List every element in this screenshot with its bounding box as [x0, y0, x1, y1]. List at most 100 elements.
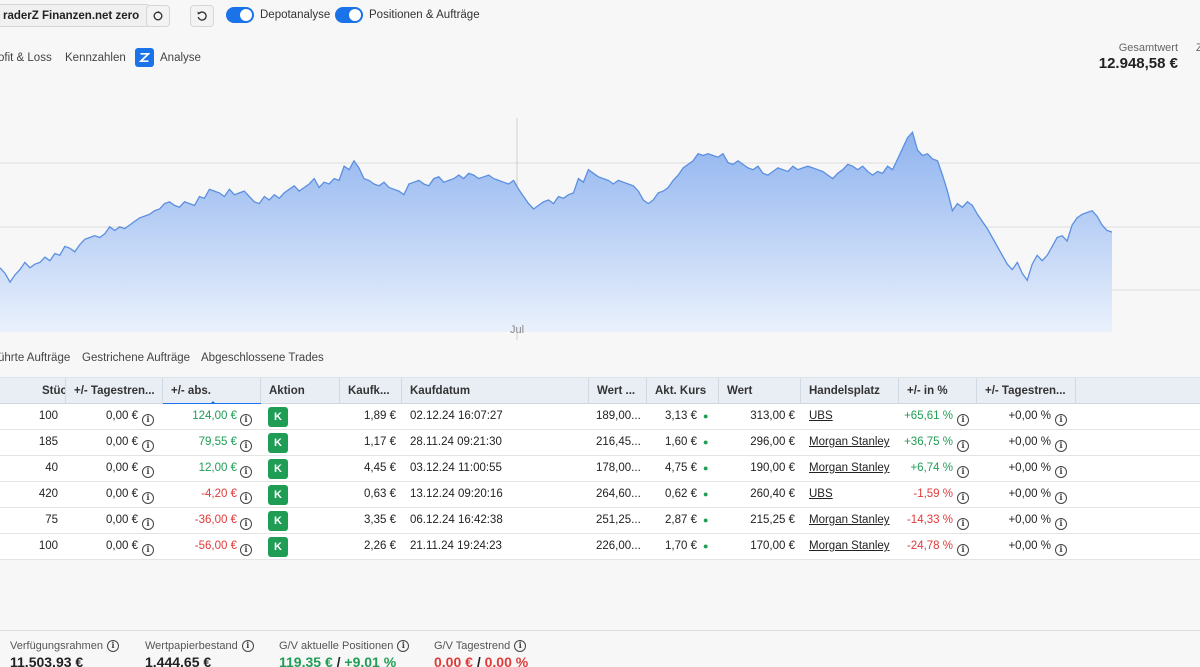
info-icon[interactable]: i [238, 411, 252, 426]
info-icon[interactable]: i [241, 640, 254, 652]
table-row[interactable]: 420 0,00 € i -4,20 € i K 0,63 €13.12.24 09:20:… [0, 482, 1200, 508]
info-icon[interactable]: i [140, 489, 154, 504]
col-handelsplatz[interactable]: Handelsplatz [801, 378, 899, 404]
broker-select-button[interactable]: raderZ Finanzen.net zero [0, 4, 151, 27]
broker-label: raderZ Finanzen.net zero [3, 9, 140, 22]
col-stueck[interactable]: Stück... [0, 378, 66, 404]
cell-kaufdatum: 21.11.24 19:24:23 [410, 540, 502, 552]
cell-kaufdatum: 03.12.24 11:00:55 [410, 462, 502, 474]
info-icon[interactable]: i [140, 515, 154, 530]
col-aktion[interactable]: Aktion [261, 378, 340, 404]
aktion-kauf-badge[interactable]: K [268, 407, 288, 427]
tab-kennzahlen[interactable]: Kennzahlen [65, 52, 126, 64]
info-icon[interactable]: i [955, 437, 969, 452]
z-icon [139, 52, 150, 63]
cell-tagestrend: 0,00 € [106, 488, 138, 500]
cell-wert-kauf: 216,45... [596, 436, 641, 448]
col-tagestrend-prozent[interactable]: +/- Tagestren... [977, 378, 1076, 404]
portfolio-area-chart[interactable]: Jul [0, 118, 1200, 340]
cell-handelsplatz[interactable]: UBS [809, 404, 833, 429]
col-tagestrend[interactable]: +/- Tagestren... [66, 378, 163, 404]
table-row[interactable]: 100 0,00 € i 124,00 € i K 1,89 €02.12.24 16:07… [0, 404, 1200, 430]
toggle-positionen[interactable]: Positionen & Aufträge [335, 7, 480, 23]
tab-profit-loss[interactable]: ofit & Loss [0, 52, 52, 64]
cell-akt-kurs: 4,75 € [665, 462, 697, 474]
cell-abs: -36,00 € [194, 514, 237, 526]
info-icon[interactable]: i [1053, 437, 1067, 452]
cell-handelsplatz[interactable]: Morgan Stanley [809, 508, 890, 533]
col-wert-kauf[interactable]: Wert ... [589, 378, 647, 404]
col-wert[interactable]: Wert [719, 378, 801, 404]
tab-analyse[interactable]: Analyse [160, 52, 201, 64]
toggle-depotanalyse[interactable]: Depotanalyse [226, 7, 330, 23]
info-icon[interactable]: i [955, 463, 969, 478]
cell-prozent: +6,74 % [910, 462, 953, 474]
edge-cutoff-label: Z [1196, 42, 1200, 54]
cell-tagestrend-prozent: +0,00 % [1008, 462, 1051, 474]
info-icon[interactable]: i [106, 640, 119, 652]
info-icon[interactable]: i [955, 489, 969, 504]
cell-kaufkurs: 1,89 € [364, 410, 396, 422]
info-icon[interactable]: i [238, 515, 252, 530]
col-kaufkurs[interactable]: Kaufk... [340, 378, 402, 404]
info-icon[interactable]: i [140, 541, 154, 556]
table-row[interactable]: 75 0,00 € i -36,00 € i K 3,35 €06.12.24 16:42:… [0, 508, 1200, 534]
depotanalyse-switch[interactable] [226, 7, 254, 23]
refresh-button[interactable] [146, 5, 170, 27]
info-icon[interactable]: i [1053, 463, 1067, 478]
aktion-kauf-badge[interactable]: K [268, 433, 288, 453]
cell-kaufdatum: 06.12.24 16:42:38 [410, 514, 503, 526]
cell-stueck: 75 [45, 514, 58, 526]
gv-aktuelle-positionen: G/V aktuelle Positionen i 119,35 € / +9,0… [279, 640, 410, 667]
info-icon[interactable]: i [955, 541, 969, 556]
aktion-kauf-badge[interactable]: K [268, 511, 288, 531]
aktion-kauf-badge[interactable]: K [268, 537, 288, 557]
cell-handelsplatz[interactable]: UBS [809, 482, 833, 507]
tab-gestrichene-auftraege[interactable]: Gestrichene Aufträge [82, 352, 190, 364]
chart-area-fill [0, 132, 1112, 332]
info-icon[interactable]: i [1053, 489, 1067, 504]
live-dot-icon: ● [703, 541, 709, 551]
gv-tagestrend: G/V Tagestrend i 0,00 € / 0,00 % [434, 640, 528, 667]
col-akt-kurs[interactable]: Akt. Kurs [647, 378, 719, 404]
tab-abgeschlossene-trades[interactable]: Abgeschlossene Trades [201, 352, 324, 364]
table-header: Stück... +/- Tagestren... +/- abs. Aktio… [0, 377, 1200, 405]
info-icon[interactable]: i [1053, 541, 1067, 556]
cell-handelsplatz[interactable]: Morgan Stanley [809, 456, 890, 481]
cell-wert: 190,00 € [750, 462, 795, 474]
info-icon[interactable]: i [238, 489, 252, 504]
table-row[interactable]: 40 0,00 € i 12,00 € i K 4,45 €03.12.24 11:00:5… [0, 456, 1200, 482]
info-icon[interactable]: i [140, 463, 154, 478]
info-icon[interactable]: i [1053, 515, 1067, 530]
info-icon[interactable]: i [140, 437, 154, 452]
cell-handelsplatz[interactable]: Morgan Stanley [809, 430, 890, 455]
cell-tagestrend-prozent: +0,00 % [1008, 514, 1051, 526]
info-icon[interactable]: i [238, 463, 252, 478]
cell-kaufkurs: 2,26 € [364, 540, 396, 552]
analyse-logo-icon[interactable] [135, 48, 154, 67]
info-icon[interactable]: i [955, 411, 969, 426]
col-prozent[interactable]: +/- in % [899, 378, 977, 404]
aktion-kauf-badge[interactable]: K [268, 459, 288, 479]
cell-wert: 260,40 € [750, 488, 795, 500]
cell-kaufdatum: 13.12.24 09:20:16 [410, 488, 503, 500]
verfuegungsrahmen-value: 11.503,93 € [10, 654, 84, 667]
info-icon[interactable]: i [238, 541, 252, 556]
positionen-switch[interactable] [335, 7, 363, 23]
info-icon[interactable]: i [1053, 411, 1067, 426]
info-icon[interactable]: i [514, 640, 527, 652]
cell-handelsplatz[interactable]: Morgan Stanley [809, 534, 890, 559]
cell-kaufkurs: 3,35 € [364, 514, 396, 526]
col-kaufdatum[interactable]: Kaufdatum [402, 378, 589, 404]
info-icon[interactable]: i [238, 437, 252, 452]
info-icon[interactable]: i [955, 515, 969, 530]
aktion-kauf-badge[interactable]: K [268, 485, 288, 505]
table-row[interactable]: 100 0,00 € i -56,00 € i K 2,26 €21.11.24 19:24… [0, 534, 1200, 560]
table-row[interactable]: 185 0,00 € i 79,55 € i K 1,17 €28.11.24 09:21:… [0, 430, 1200, 456]
info-icon[interactable]: i [397, 640, 410, 652]
reset-button[interactable] [190, 5, 214, 27]
cell-tagestrend-prozent: +0,00 % [1008, 436, 1051, 448]
info-icon[interactable]: i [140, 411, 154, 426]
tab-ausgefuehrte-auftraege[interactable]: ührte Aufträge [0, 352, 70, 364]
cell-stueck: 185 [38, 436, 58, 448]
